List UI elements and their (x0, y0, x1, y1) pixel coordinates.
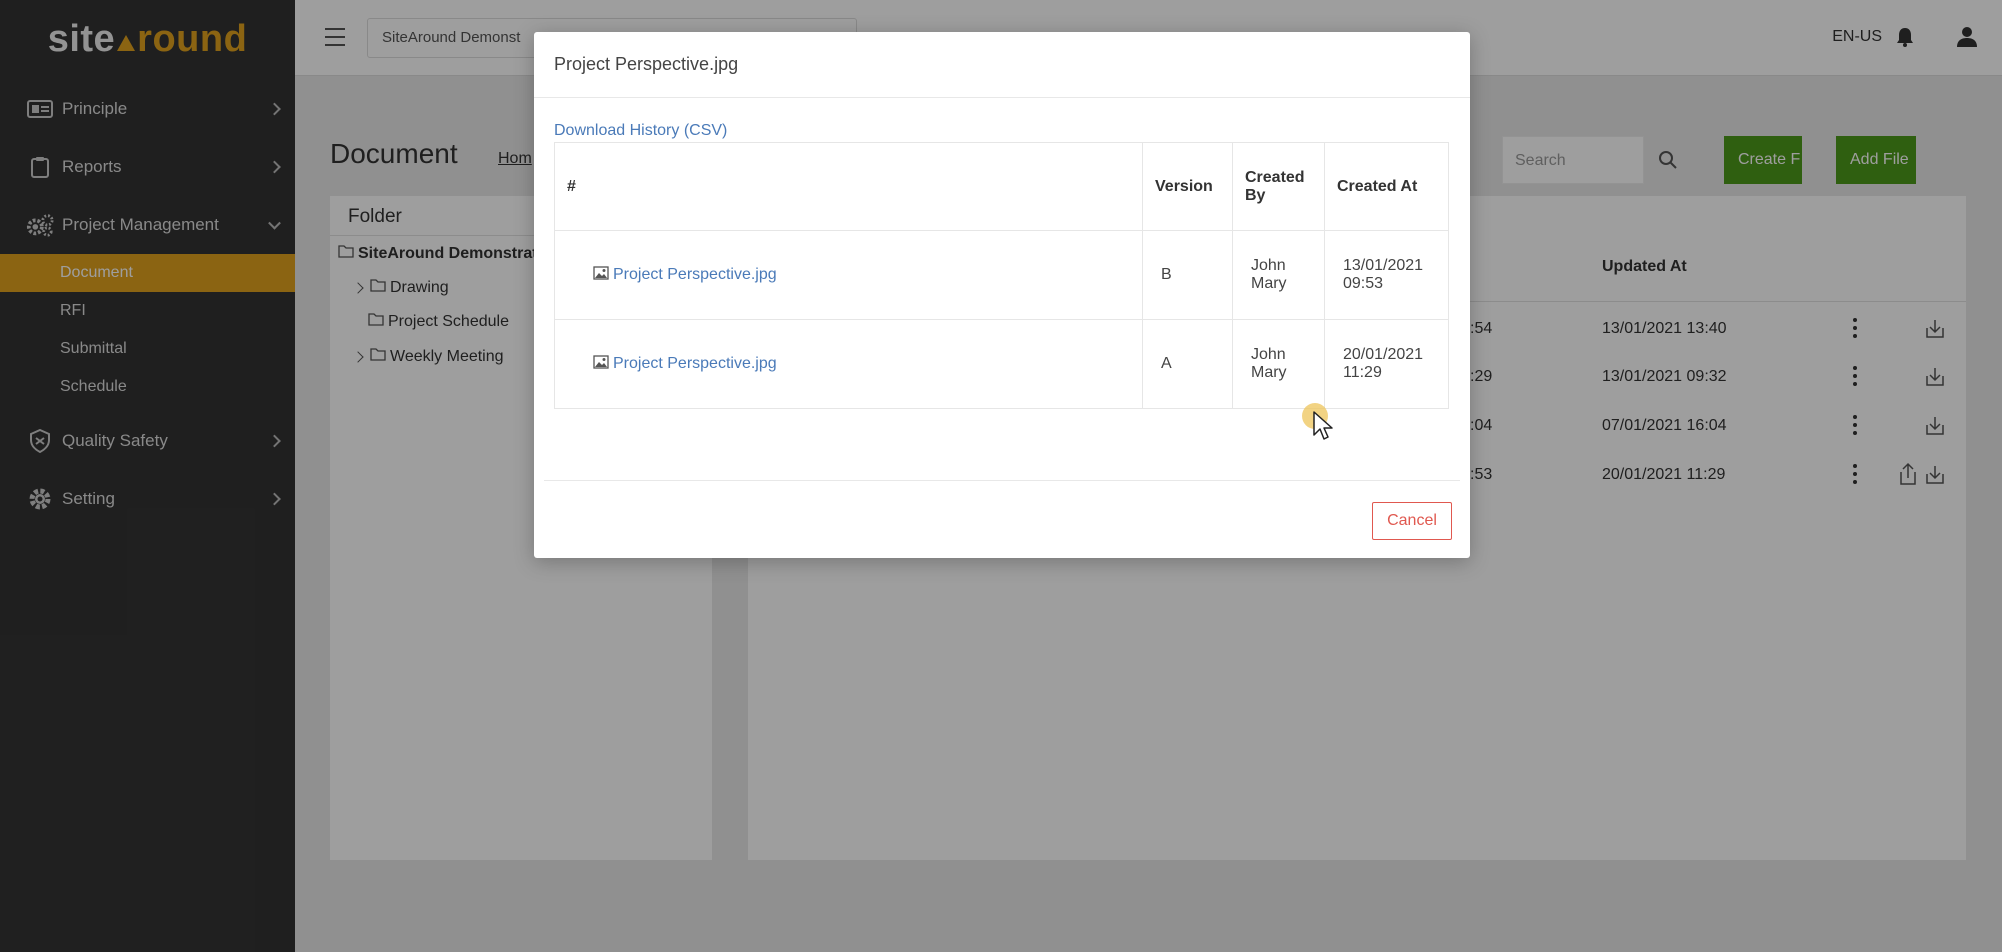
created-at-cell: 20/01/2021 11:29 (1324, 319, 1449, 409)
file-name: Project Perspective.jpg (613, 355, 777, 372)
table-row: Project Perspective.jpg B John Mary 13/0… (554, 230, 1449, 320)
version-cell: A (1142, 319, 1233, 409)
table-header-row: # Version Created By Created At (554, 142, 1449, 231)
created-at-cell: 13/01/2021 09:53 (1324, 230, 1449, 320)
column-number: # (554, 142, 1143, 231)
column-created-at: Created At (1324, 142, 1449, 231)
cancel-button[interactable]: Cancel (1372, 502, 1452, 540)
file-cell: Project Perspective.jpg (554, 319, 1143, 409)
image-icon (593, 354, 609, 374)
table-row: Project Perspective.jpg A John Mary 20/0… (554, 319, 1449, 409)
column-created-by: Created By (1232, 142, 1325, 231)
mouse-cursor-icon (1313, 411, 1333, 446)
modal-footer-divider (544, 480, 1460, 481)
file-link[interactable]: Project Perspective.jpg (567, 265, 1130, 285)
file-cell: Project Perspective.jpg (554, 230, 1143, 320)
download-history-modal: Project Perspective.jpg Download History… (534, 32, 1470, 558)
column-version: Version (1142, 142, 1233, 231)
created-by-cell: John Mary (1232, 319, 1325, 409)
history-table: # Version Created By Created At Project … (554, 142, 1449, 409)
file-name: Project Perspective.jpg (613, 266, 777, 283)
image-icon (593, 265, 609, 285)
modal-title: Project Perspective.jpg (534, 32, 1470, 98)
file-link[interactable]: Project Perspective.jpg (567, 354, 1130, 374)
version-cell: B (1142, 230, 1233, 320)
download-history-csv-link[interactable]: Download History (CSV) (554, 122, 727, 140)
created-by-cell: John Mary (1232, 230, 1325, 320)
